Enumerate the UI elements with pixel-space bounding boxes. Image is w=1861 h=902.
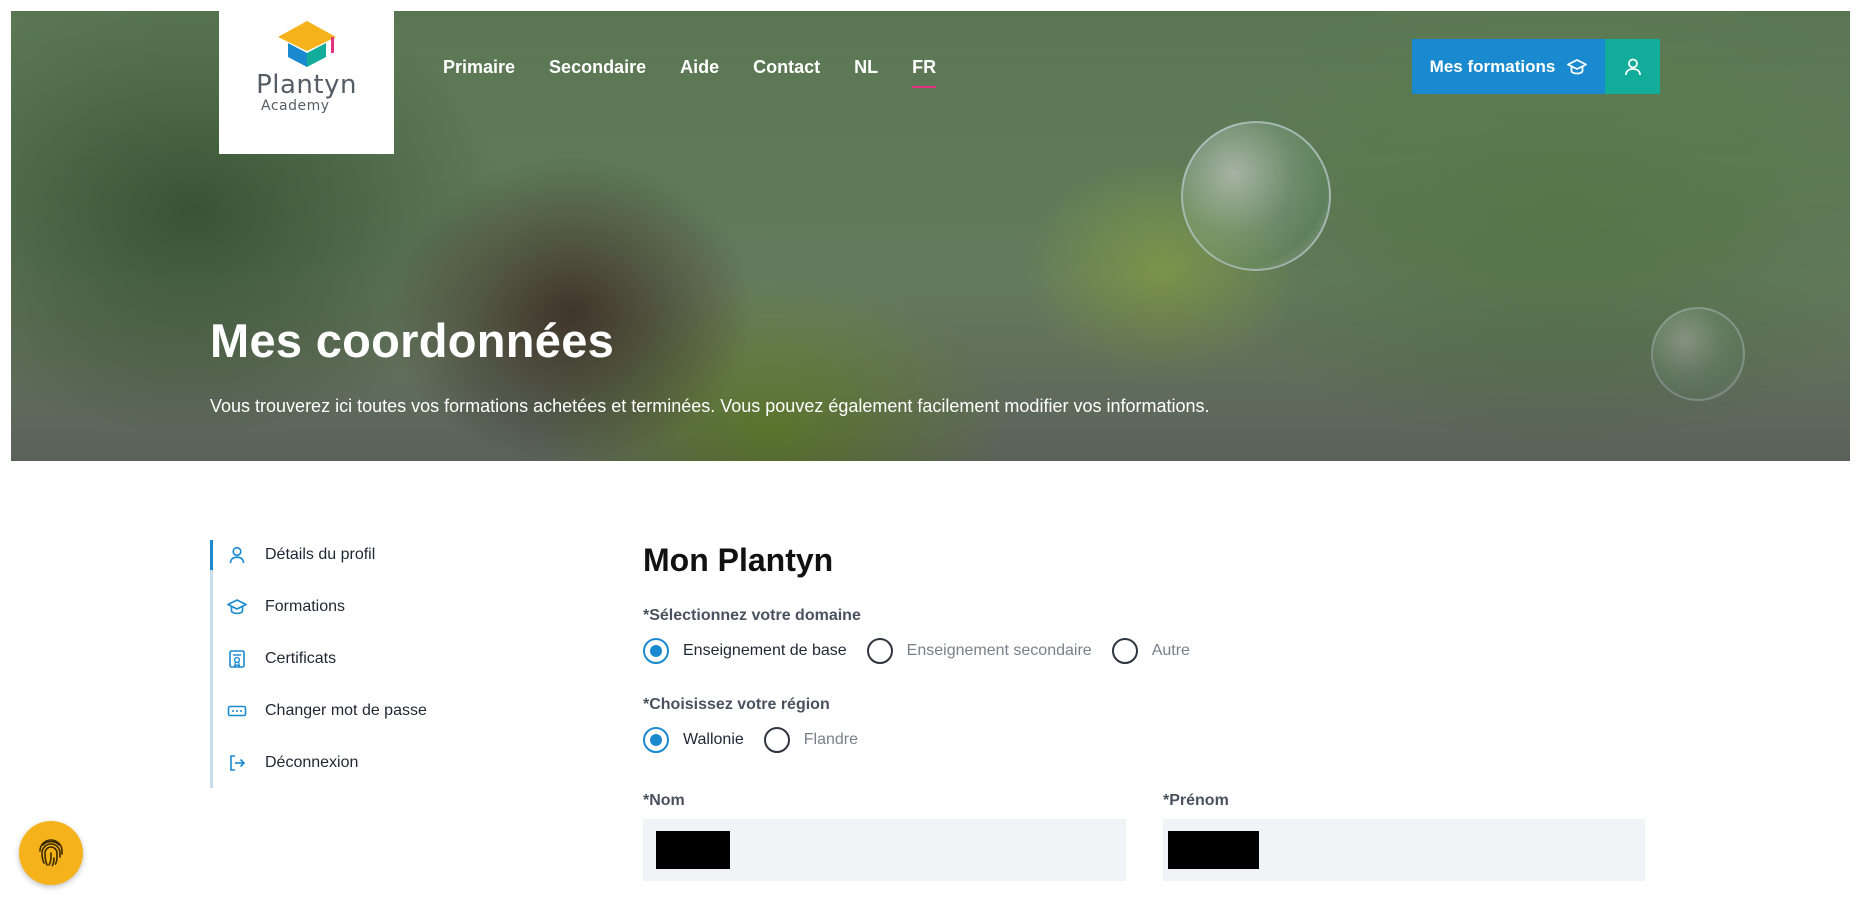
page-title: Mes coordonnées — [210, 314, 615, 367]
page-subtitle: Vous trouverez ici toutes vos formations… — [210, 396, 1210, 416]
user-account-button[interactable] — [1605, 39, 1660, 94]
domain-label: *Sélectionnez votre domaine — [643, 607, 861, 624]
profile-sidebar: Détails du profil Formations Certificats… — [210, 540, 540, 788]
password-icon — [227, 705, 247, 717]
radio-unchecked — [866, 638, 893, 664]
logo-sub: Academy — [261, 98, 330, 114]
radio-label: Enseignement de base — [683, 642, 847, 659]
sidebar-item-password[interactable]: Changer mot de passe — [227, 699, 427, 723]
sidebar-item-label: Détails du profil — [265, 546, 376, 563]
graduation-cap-logo-icon — [277, 21, 336, 67]
certificate-icon — [229, 650, 245, 668]
radio-unchecked — [763, 727, 790, 753]
nav-aide[interactable]: Aide — [680, 56, 719, 78]
radio-wallonie[interactable]: Wallonie — [643, 727, 744, 753]
section-title: Mon Plantyn — [643, 542, 834, 578]
privacy-fingerprint-button[interactable] — [19, 821, 83, 885]
main-nav: Primaire Secondaire Aide Contact NL FR — [443, 56, 970, 88]
prenom-field[interactable] — [1163, 819, 1645, 881]
region-radio-group: Wallonie Flandre — [643, 727, 878, 753]
active-indicator — [210, 540, 213, 570]
nav-lang-nl[interactable]: NL — [854, 56, 878, 78]
sidebar-item-label: Formations — [265, 598, 346, 615]
graduation-cap-icon — [1567, 58, 1588, 74]
radio-enseignement-base[interactable]: Enseignement de base — [643, 638, 847, 664]
radio-label: Wallonie — [683, 731, 744, 748]
redacted-value — [656, 831, 730, 869]
nav-lang-fr[interactable]: FR — [912, 56, 937, 88]
nav-primaire[interactable]: Primaire — [443, 56, 515, 78]
prenom-label: *Prénom — [1163, 792, 1229, 809]
radio-enseignement-secondaire[interactable]: Enseignement secondaire — [866, 638, 1092, 664]
redacted-value — [1168, 831, 1259, 869]
domain-radio-group: Enseignement de base Enseignement second… — [643, 638, 1210, 664]
radio-autre[interactable]: Autre — [1111, 638, 1190, 664]
sidebar-item-label: Déconnexion — [265, 754, 359, 771]
mes-formations-button[interactable]: Mes formations — [1412, 39, 1605, 94]
nav-contact[interactable]: Contact — [753, 56, 820, 78]
logout-icon — [230, 755, 246, 771]
radio-checked — [643, 727, 669, 753]
user-icon — [229, 546, 245, 564]
radio-label: Flandre — [803, 731, 859, 748]
fingerprint-icon — [39, 839, 63, 867]
sidebar-item-logout[interactable]: Déconnexion — [227, 751, 358, 775]
nom-label: *Nom — [643, 792, 685, 809]
sidebar-item-profile[interactable]: Détails du profil — [227, 543, 375, 567]
mes-formations-label: Mes formations — [1429, 56, 1556, 76]
region-label: *Choisissez votre région — [643, 696, 830, 713]
user-icon — [1624, 58, 1641, 75]
radio-unchecked — [1111, 638, 1138, 664]
radio-flandre[interactable]: Flandre — [763, 727, 859, 753]
radio-label: Enseignement secondaire — [906, 642, 1092, 659]
graduation-cap-icon — [227, 599, 247, 615]
logo[interactable]: Plantyn Academy — [219, 11, 394, 154]
sidebar-item-formations[interactable]: Formations — [227, 595, 345, 619]
nom-field[interactable] — [643, 819, 1126, 881]
logo-name: Plantyn — [256, 70, 357, 100]
sidebar-item-label: Changer mot de passe — [265, 702, 427, 719]
radio-checked — [643, 638, 669, 664]
sidebar-item-certificats[interactable]: Certificats — [227, 647, 336, 671]
sidebar-item-label: Certificats — [265, 650, 337, 667]
nav-secondaire[interactable]: Secondaire — [549, 56, 646, 78]
radio-label: Autre — [1151, 642, 1190, 659]
